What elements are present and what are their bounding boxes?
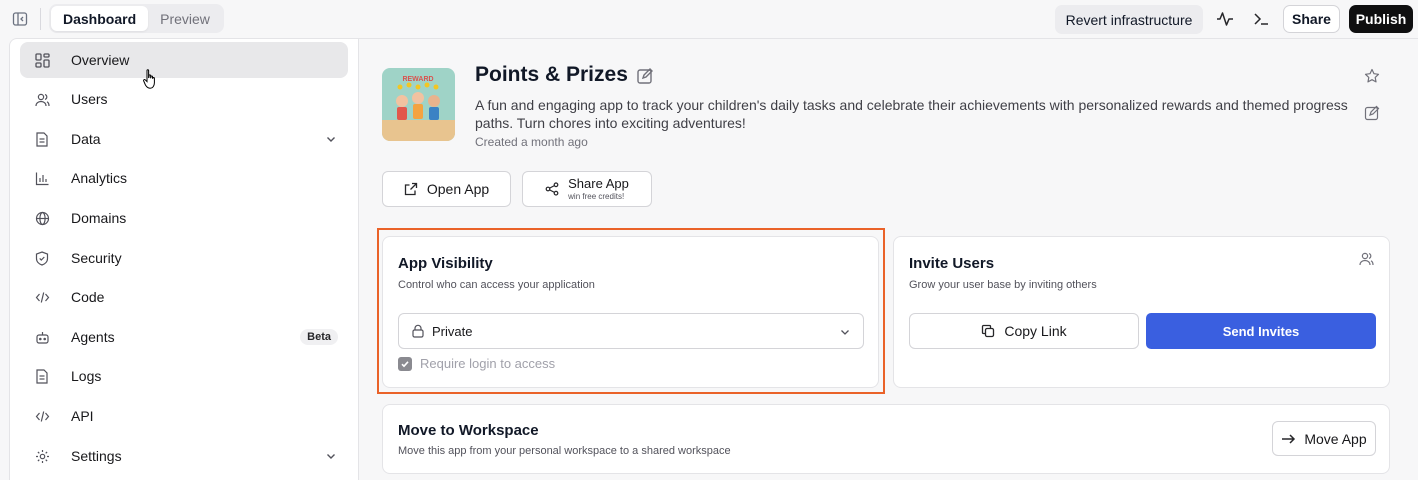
card-title: Move to Workspace	[398, 422, 539, 439]
edit-title-icon[interactable]	[636, 67, 654, 85]
thumbnail-text: REWARD	[402, 76, 433, 83]
chevron-down-icon[interactable]	[324, 132, 338, 146]
card-title: Invite Users	[909, 255, 995, 272]
sidebar-item-label: Analytics	[71, 170, 128, 186]
sidebar-item-settings[interactable]: Settings	[20, 438, 348, 474]
globe-icon	[34, 210, 50, 226]
sidebar-item-analytics[interactable]: Analytics	[20, 160, 348, 196]
star-icon[interactable]	[1364, 68, 1380, 84]
created-date: Created a month ago	[475, 135, 588, 149]
sidebar-item-users[interactable]: Users	[20, 81, 348, 117]
users-icon	[34, 91, 50, 107]
beta-badge: Beta	[300, 329, 338, 345]
sidebar-item-label: Settings	[71, 448, 122, 464]
view-tabs: Dashboard Preview	[49, 4, 224, 33]
code-icon	[34, 289, 50, 305]
move-app-label: Move App	[1304, 430, 1367, 447]
highlight-box	[377, 228, 885, 394]
copy-link-label: Copy Link	[1004, 323, 1067, 339]
move-workspace-card: Move to Workspace Move this app from you…	[382, 404, 1390, 474]
open-app-button[interactable]: Open App	[382, 171, 511, 207]
share-icon	[545, 182, 560, 197]
terminal-icon[interactable]	[1250, 8, 1272, 30]
sidebar-item-label: Users	[71, 91, 108, 107]
external-link-icon	[404, 182, 419, 197]
grid-icon	[34, 52, 50, 68]
mouse-cursor-icon	[142, 67, 160, 91]
arrow-right-icon	[1281, 431, 1296, 446]
tab-preview[interactable]: Preview	[148, 6, 222, 31]
share-app-sublabel: win free credits!	[568, 192, 625, 201]
code-icon	[34, 408, 50, 424]
activity-icon[interactable]	[1214, 8, 1236, 30]
share-app-label: Share App	[568, 176, 629, 191]
sidebar-toggle-icon[interactable]	[10, 9, 30, 29]
sidebar-item-code[interactable]: Code	[20, 279, 348, 315]
sidebar-item-label: Agents	[71, 329, 115, 345]
revert-infrastructure-button[interactable]: Revert infrastructure	[1055, 5, 1203, 34]
sidebar-item-agents[interactable]: Agents Beta	[20, 319, 348, 355]
sidebar-item-overview[interactable]: Overview	[20, 42, 348, 78]
sidebar-item-api[interactable]: API	[20, 398, 348, 434]
move-app-button[interactable]: Move App	[1272, 421, 1376, 456]
divider	[40, 8, 41, 30]
sidebar-item-label: Security	[71, 250, 122, 266]
shield-icon	[34, 250, 50, 266]
sidebar-item-label: Code	[71, 289, 105, 305]
tab-dashboard[interactable]: Dashboard	[51, 6, 149, 31]
sidebar-item-label: API	[71, 408, 94, 424]
edit-description-icon[interactable]	[1364, 105, 1380, 121]
card-subtitle: Move this app from your personal workspa…	[398, 445, 731, 457]
publish-button[interactable]: Publish	[1349, 5, 1413, 33]
sidebar-item-label: Data	[71, 131, 101, 147]
top-bar: Dashboard Preview Revert infrastructure …	[0, 0, 1418, 38]
share-app-button[interactable]: Share App win free credits!	[522, 171, 652, 207]
invite-users-card: Invite Users Grow your user base by invi…	[893, 236, 1390, 388]
share-button[interactable]: Share	[1283, 5, 1340, 33]
sidebar-item-security[interactable]: Security	[20, 240, 348, 276]
bar-chart-icon	[34, 170, 50, 186]
sidebar-item-label: Logs	[71, 368, 102, 384]
copy-icon	[981, 324, 996, 339]
app-description: A fun and engaging app to track your chi…	[475, 97, 1348, 131]
card-subtitle: Grow your user base by inviting others	[909, 279, 1097, 291]
sidebar: Overview Users Data Analytics Domains Se…	[9, 38, 359, 480]
open-app-label: Open App	[426, 181, 490, 197]
send-invites-button[interactable]: Send Invites	[1146, 313, 1376, 349]
app-thumbnail: REWARD	[382, 68, 455, 141]
sidebar-item-label: Domains	[71, 210, 127, 226]
file-icon	[34, 131, 50, 147]
gear-icon	[34, 448, 50, 464]
sidebar-item-domains[interactable]: Domains	[20, 200, 348, 236]
app-title: Points & Prizes	[475, 63, 628, 86]
users-icon	[1359, 251, 1375, 267]
copy-link-button[interactable]: Copy Link	[909, 313, 1139, 349]
chevron-down-icon[interactable]	[324, 449, 338, 463]
sidebar-item-label: Overview	[71, 52, 130, 68]
sidebar-item-logs[interactable]: Logs	[20, 358, 348, 394]
file-icon	[34, 368, 50, 384]
sidebar-item-data[interactable]: Data	[20, 121, 348, 157]
bot-icon	[34, 329, 50, 345]
